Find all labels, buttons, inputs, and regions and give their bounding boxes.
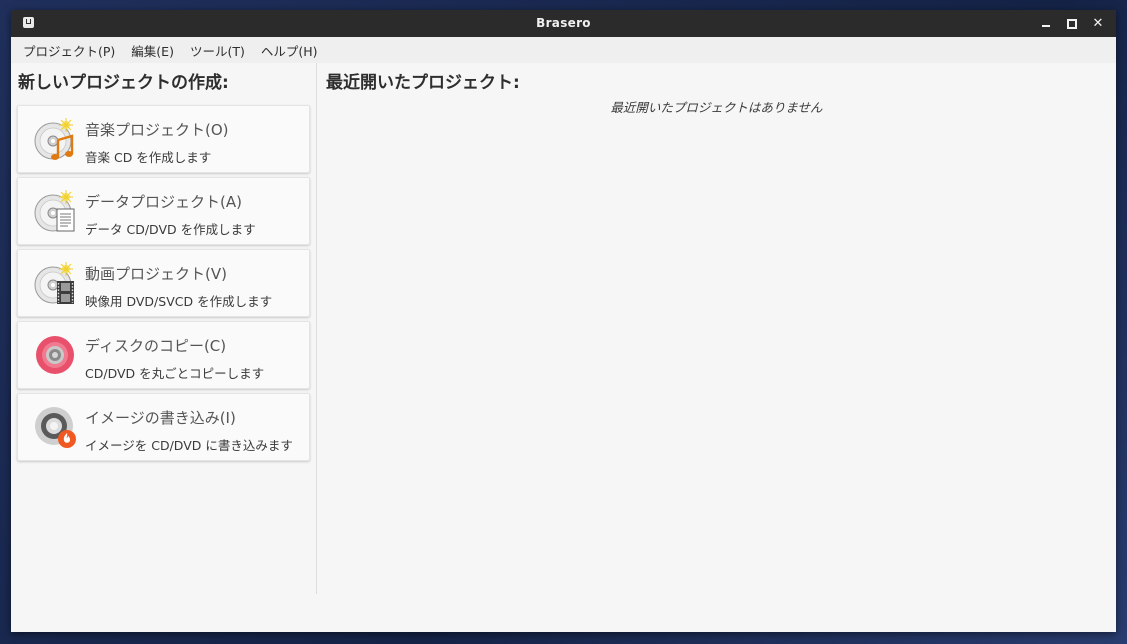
data-cd-icon	[33, 189, 77, 233]
audio-project-button[interactable]: 音楽プロジェクト(O) 音楽 CD を作成します	[17, 105, 310, 173]
disc-copy-desc: CD/DVD を丸ごとコピーします	[85, 366, 265, 381]
burn-image-label: イメージの書き込み(I)	[85, 409, 236, 427]
brasero-window: Brasero ✕ プロジェクト(P) 編集(E) ツール(T) ヘルプ(H) …	[11, 10, 1116, 632]
title-bar[interactable]: Brasero ✕	[11, 10, 1116, 37]
menu-tools[interactable]: ツール(T)	[182, 41, 253, 60]
new-project-heading: 新しいプロジェクトの作成:	[18, 73, 229, 93]
menu-help[interactable]: ヘルプ(H)	[253, 41, 326, 60]
menu-edit[interactable]: 編集(E)	[123, 41, 182, 60]
recent-projects-pane: 最近開いたプロジェクト: 最近開いたプロジェクトはありません	[317, 63, 1116, 632]
close-icon: ✕	[1092, 16, 1104, 31]
new-project-pane: 新しいプロジェクトの作成: 音楽プロジェクト(O) 音楽 CD を作成します デ…	[11, 63, 317, 594]
video-project-button[interactable]: 動画プロジェクト(V) 映像用 DVD/SVCD を作成します	[17, 249, 310, 317]
audio-project-label: 音楽プロジェクト(O)	[85, 121, 229, 139]
video-project-desc: 映像用 DVD/SVCD を作成します	[85, 294, 273, 309]
burn-image-desc: イメージを CD/DVD に書き込みます	[85, 438, 293, 453]
menu-project[interactable]: プロジェクト(P)	[15, 41, 123, 60]
minimize-icon	[1042, 24, 1050, 27]
maximize-button[interactable]	[1062, 14, 1082, 33]
menu-bar: プロジェクト(P) 編集(E) ツール(T) ヘルプ(H)	[11, 37, 1116, 63]
minimize-button[interactable]	[1036, 14, 1056, 33]
recent-projects-heading: 最近開いたプロジェクト:	[326, 73, 520, 93]
data-project-label: データプロジェクト(A)	[85, 193, 242, 211]
window-title: Brasero	[536, 16, 591, 30]
burn-image-button[interactable]: イメージの書き込み(I) イメージを CD/DVD に書き込みます	[17, 393, 310, 461]
recent-projects-empty-message: 最近開いたプロジェクトはありません	[610, 100, 823, 115]
data-project-desc: データ CD/DVD を作成します	[85, 222, 256, 237]
maximize-icon	[1067, 18, 1077, 29]
disc-copy-button[interactable]: ディスクのコピー(C) CD/DVD を丸ごとコピーします	[17, 321, 310, 389]
data-project-button[interactable]: データプロジェクト(A) データ CD/DVD を作成します	[17, 177, 310, 245]
video-project-label: 動画プロジェクト(V)	[85, 265, 227, 283]
image-burn-icon	[33, 405, 77, 449]
main-content: 新しいプロジェクトの作成: 音楽プロジェクト(O) 音楽 CD を作成します デ…	[11, 63, 1116, 632]
disc-copy-label: ディスクのコピー(C)	[85, 337, 227, 355]
video-dvd-icon	[33, 261, 77, 305]
audio-cd-icon	[33, 117, 77, 161]
close-button[interactable]: ✕	[1088, 14, 1108, 33]
disc-copy-icon	[33, 333, 77, 377]
audio-project-desc: 音楽 CD を作成します	[85, 150, 212, 165]
